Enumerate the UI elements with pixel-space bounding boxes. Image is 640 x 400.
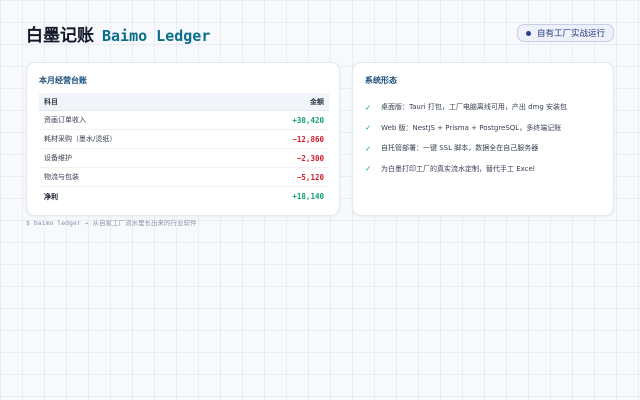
feature-text: 自托管部署：一键 SSL 脚本，数据全在自己服务器 bbox=[381, 144, 539, 153]
ledger-row-item: 物流与包装 bbox=[44, 173, 79, 181]
check-icon: ✓ bbox=[365, 123, 372, 133]
ledger-row-amount: +38,420 bbox=[292, 115, 324, 125]
status-badge: 自有工厂实战运行 bbox=[516, 24, 614, 42]
ledger-row-item: 净利 bbox=[44, 192, 58, 201]
feature-custom: ✓ 为白墨打印工厂的真实流水定制，替代手工 Excel bbox=[365, 159, 603, 180]
ledger-col-amount: 金额 bbox=[310, 97, 324, 106]
system-card-title: 系统形态 bbox=[365, 76, 397, 85]
app-title-chinese: 白墨记账 bbox=[26, 25, 94, 46]
feature-text: Web 版：NestJS + Prisma + PostgreSQL，多终端记账 bbox=[381, 123, 562, 132]
check-icon: ✓ bbox=[365, 102, 372, 112]
ledger-row-item: 耗材采购（墨水/烫纸） bbox=[44, 135, 117, 143]
ledger-card-title: 本月经营台账 bbox=[39, 76, 87, 85]
ledger-row-amount: −12,860 bbox=[292, 134, 324, 144]
feature-desktop: ✓ 桌面版：Tauri 打包，工厂电脑离线可用，产出 dmg 安装包 bbox=[365, 97, 603, 118]
page-header: 白墨记账 Baimo Ledger 自有工厂实战运行 bbox=[26, 20, 614, 46]
ledger-row-order-income: 资画订单收入 +38,420 bbox=[39, 111, 329, 130]
ledger-col-item: 科目 bbox=[44, 97, 58, 106]
ledger-row-amount: −5,120 bbox=[296, 172, 324, 182]
status-badge-label: 自有工厂实战运行 bbox=[536, 29, 605, 39]
ledger-row-logistics: 物流与包装 −5,120 bbox=[39, 168, 329, 187]
ledger-row-item: 资画订单收入 bbox=[44, 116, 86, 124]
status-dot-icon bbox=[525, 30, 531, 36]
ledger-row-amount: −2,300 bbox=[296, 153, 324, 163]
system-form-card: 系统形态 ✓ 桌面版：Tauri 打包，工厂电脑离线可用，产出 dmg 安装包 … bbox=[352, 62, 614, 216]
app-title-english: Baimo Ledger bbox=[102, 26, 211, 45]
feature-web: ✓ Web 版：NestJS + Prisma + PostgreSQL，多终端… bbox=[365, 118, 603, 139]
ledger-row-item: 设备维护 bbox=[44, 154, 72, 162]
monthly-ledger-card: 本月经营台账 科目 金额 资画订单收入 +38,420 耗材采购（墨水/烫纸） … bbox=[26, 62, 340, 216]
ledger-row-net-profit: 净利 +18,140 bbox=[39, 187, 329, 206]
ledger-row-consumables: 耗材采购（墨水/烫纸） −12,860 bbox=[39, 130, 329, 149]
app-title: 白墨记账 Baimo Ledger bbox=[26, 21, 210, 46]
check-icon: ✓ bbox=[365, 143, 372, 153]
terminal-footer-text: $ baimo ledger → 从自家工厂流水里长出来的行业软件 bbox=[26, 219, 197, 227]
feature-text: 桌面版：Tauri 打包，工厂电脑离线可用，产出 dmg 安装包 bbox=[381, 103, 568, 112]
ledger-header-row: 科目 金额 bbox=[39, 93, 329, 111]
check-icon: ✓ bbox=[365, 164, 372, 174]
feature-self-hosted: ✓ 自托管部署：一键 SSL 脚本，数据全在自己服务器 bbox=[365, 138, 603, 159]
ledger-row-maintenance: 设备维护 −2,300 bbox=[39, 149, 329, 168]
feature-list: ✓ 桌面版：Tauri 打包，工厂电脑离线可用，产出 dmg 安装包 ✓ Web… bbox=[365, 97, 603, 179]
feature-text: 为白墨打印工厂的真实流水定制，替代手工 Excel bbox=[381, 164, 535, 173]
ledger-table: 科目 金额 资画订单收入 +38,420 耗材采购（墨水/烫纸） −12,860… bbox=[39, 93, 329, 206]
ledger-row-amount: +18,140 bbox=[292, 192, 324, 201]
